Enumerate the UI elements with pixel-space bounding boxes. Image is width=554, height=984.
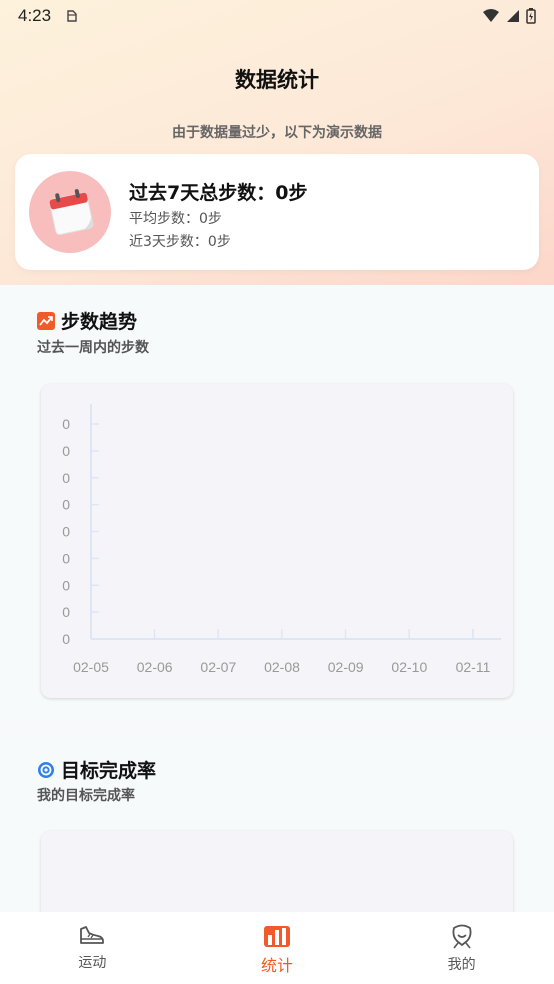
step-trend-title: 步数趋势 (61, 311, 138, 333)
nav-item-exercise[interactable]: 运动 (0, 912, 185, 984)
x-tick-label: 02-05 (73, 659, 109, 675)
x-tick-label: 02-11 (456, 659, 491, 675)
trend-chart-icon (37, 311, 55, 330)
goal-header: 目标完成率 (37, 756, 156, 783)
page-title: 数据统计 (235, 68, 319, 92)
signal-icon (507, 10, 519, 22)
y-tick-label: 0 (62, 443, 70, 459)
y-tick-label: 0 (62, 497, 70, 513)
step-trend-section: 步数趋势 过去一周内的步数 0 0 0 0 0 0 0 0 0 02-05 02-06 02-07 02… (0, 285, 554, 720)
step-trend-chart-svg: 00000000002-05 02-06 02-07 02-08 02-09 02-10 0… (62, 404, 501, 675)
document-icon (67, 10, 77, 22)
summary-total-steps: 过去7天总步数：0步 (129, 182, 308, 204)
goal-subtitle: 我的目标完成率 (37, 788, 135, 804)
step-trend-subtitle: 过去一周内的步数 (37, 340, 149, 356)
y-tick-label: 0 (62, 416, 70, 432)
x-tick-label: 02-09 (328, 659, 364, 675)
summary-recent-steps: 近3天步数：0步 (129, 234, 231, 250)
goal-title: 目标完成率 (61, 760, 157, 782)
status-time: 4:23 (18, 6, 52, 25)
calendar-icon (29, 171, 111, 253)
status-icons (482, 8, 536, 24)
summary-average-steps: 平均步数：0步 (129, 211, 222, 227)
step-trend-chart: 0 0 0 0 0 0 0 0 0 02-05 02-06 02-07 02-08 02-09 02-10 0… (41, 384, 513, 698)
step-trend-header: 步数趋势 (37, 307, 137, 334)
demo-data-note: 由于数据量过少，以下为演示数据 (172, 125, 382, 141)
bottom-navigation: 运动 统计 我的 (0, 912, 554, 984)
target-icon (38, 761, 54, 778)
y-tick-label: 0 (62, 631, 70, 647)
nav-item-statistics[interactable]: 统计 (185, 912, 370, 984)
wifi-icon (483, 9, 499, 22)
x-tick-label: 02-10 (391, 659, 427, 675)
goal-section: 目标完成率 我的目标完成率 (0, 733, 554, 951)
status-bar: 4:23 (0, 0, 554, 32)
x-tick-label: 02-08 (264, 659, 300, 675)
summary-card: 过去7天总步数：0步 平均步数：0步 近3天步数：0步 (15, 154, 539, 270)
y-tick-label: 0 (62, 470, 70, 486)
battery-icon (526, 8, 536, 24)
nav-item-profile[interactable]: 我的 (369, 912, 554, 984)
x-tick-label: 02-07 (200, 659, 236, 675)
nav-label-statistics: 统计 (261, 956, 294, 975)
sneaker-icon (80, 926, 105, 944)
nav-label-profile: 我的 (447, 957, 476, 973)
y-tick-label: 0 (62, 577, 70, 593)
y-tick-label: 0 (62, 524, 70, 540)
x-tick-label: 02-06 (137, 659, 173, 675)
y-tick-label: 0 (62, 550, 70, 566)
nav-label-exercise: 运动 (78, 955, 107, 971)
bar-chart-icon (264, 926, 290, 947)
profile-icon (452, 924, 472, 949)
y-tick-label: 0 (62, 604, 70, 620)
